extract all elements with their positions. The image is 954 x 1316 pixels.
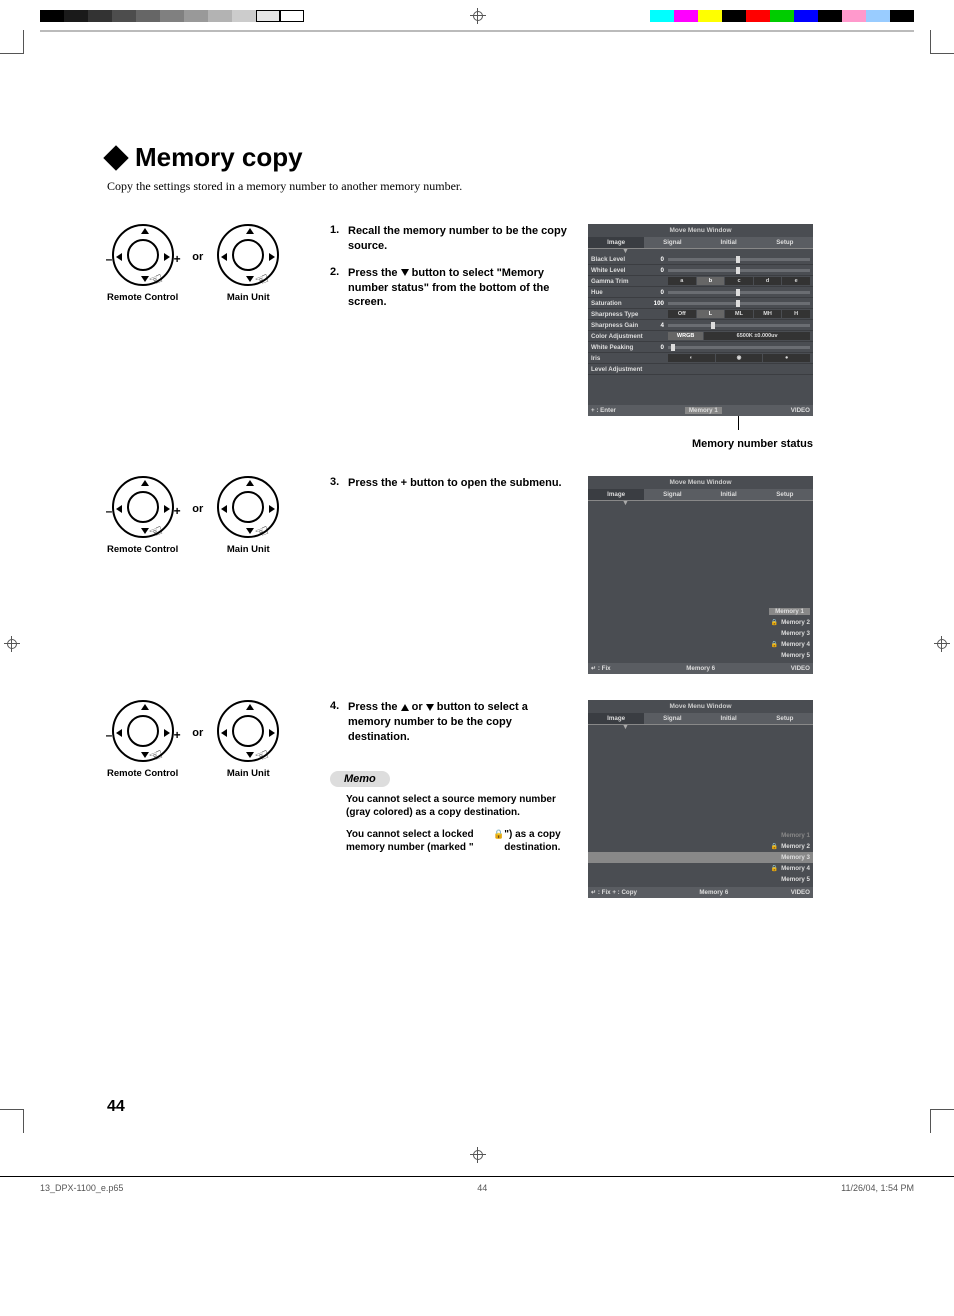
main-unit-icon: ☜: [217, 224, 279, 286]
lock-icon: 🔒: [771, 641, 778, 648]
remote-control-icon: –+ ☜: [112, 224, 174, 286]
main-unit-label: Main Unit: [217, 292, 279, 303]
remote-label: Remote Control: [107, 292, 178, 303]
registration-mark: [470, 8, 486, 24]
osd-tab-image: Image: [588, 237, 644, 248]
up-triangle-icon: [401, 704, 409, 711]
diamond-icon: [103, 145, 128, 170]
step-text: Recall the memory number to be the copy …: [348, 224, 570, 254]
main-unit-icon: ☜: [217, 476, 279, 538]
top-rule: [40, 30, 914, 32]
page-number: 44: [107, 1098, 914, 1116]
crop-mark: [0, 30, 24, 54]
step-number: 4.: [330, 700, 348, 745]
osd-tab-signal: Signal: [644, 237, 700, 248]
memo-item: You cannot select a source memory number…: [346, 793, 570, 820]
registration-mark: [470, 1147, 486, 1163]
osd-screenshot-3: Move Menu Window Image Signal Initial Se…: [588, 700, 813, 898]
osd-screenshot-1: Move Menu Window Image Signal Initial Se…: [588, 224, 813, 416]
step-number: 2.: [330, 266, 348, 311]
osd-caption: Memory number status: [588, 438, 813, 450]
footer-date: 11/26/04, 1:54 PM: [841, 1183, 914, 1193]
down-triangle-icon: [401, 269, 409, 276]
osd-tab-initial: Initial: [701, 237, 757, 248]
step-number: 1.: [330, 224, 348, 254]
crop-mark: [930, 1109, 954, 1133]
remote-control-icon: –+☜: [112, 700, 174, 762]
or-text: or: [192, 251, 203, 263]
lock-icon: 🔒: [771, 619, 778, 626]
registration-mark: [934, 636, 950, 652]
lock-icon: 🔒: [493, 828, 504, 855]
step-number: 3.: [330, 476, 348, 491]
remote-control-icon: –+☜: [112, 476, 174, 538]
page-title: Memory copy: [135, 142, 303, 173]
lock-icon: 🔒: [771, 865, 778, 872]
memo-header: Memo: [330, 771, 390, 787]
intro-text: Copy the settings stored in a memory num…: [107, 179, 914, 194]
footer-page: 44: [477, 1183, 487, 1193]
crop-mark: [0, 1109, 24, 1133]
crop-mark: [930, 30, 954, 54]
step-text: Press the + button to open the submenu.: [348, 476, 562, 491]
registration-mark: [4, 636, 20, 652]
step-text: Press the or button to select a memory n…: [348, 700, 570, 745]
memo-item: You cannot select a locked memory number…: [346, 828, 570, 855]
down-triangle-icon: [426, 704, 434, 711]
footer-file: 13_DPX-1100_e.p65: [40, 1183, 123, 1193]
lock-icon: 🔒: [771, 843, 778, 850]
print-footer: 13_DPX-1100_e.p65 44 11/26/04, 1:54 PM: [0, 1176, 954, 1193]
osd-screenshot-2: Move Menu Window Image Signal Initial Se…: [588, 476, 813, 674]
osd-tab-setup: Setup: [757, 237, 813, 248]
main-unit-icon: ☜: [217, 700, 279, 762]
step-text: Press the button to select "Memory numbe…: [348, 266, 570, 311]
